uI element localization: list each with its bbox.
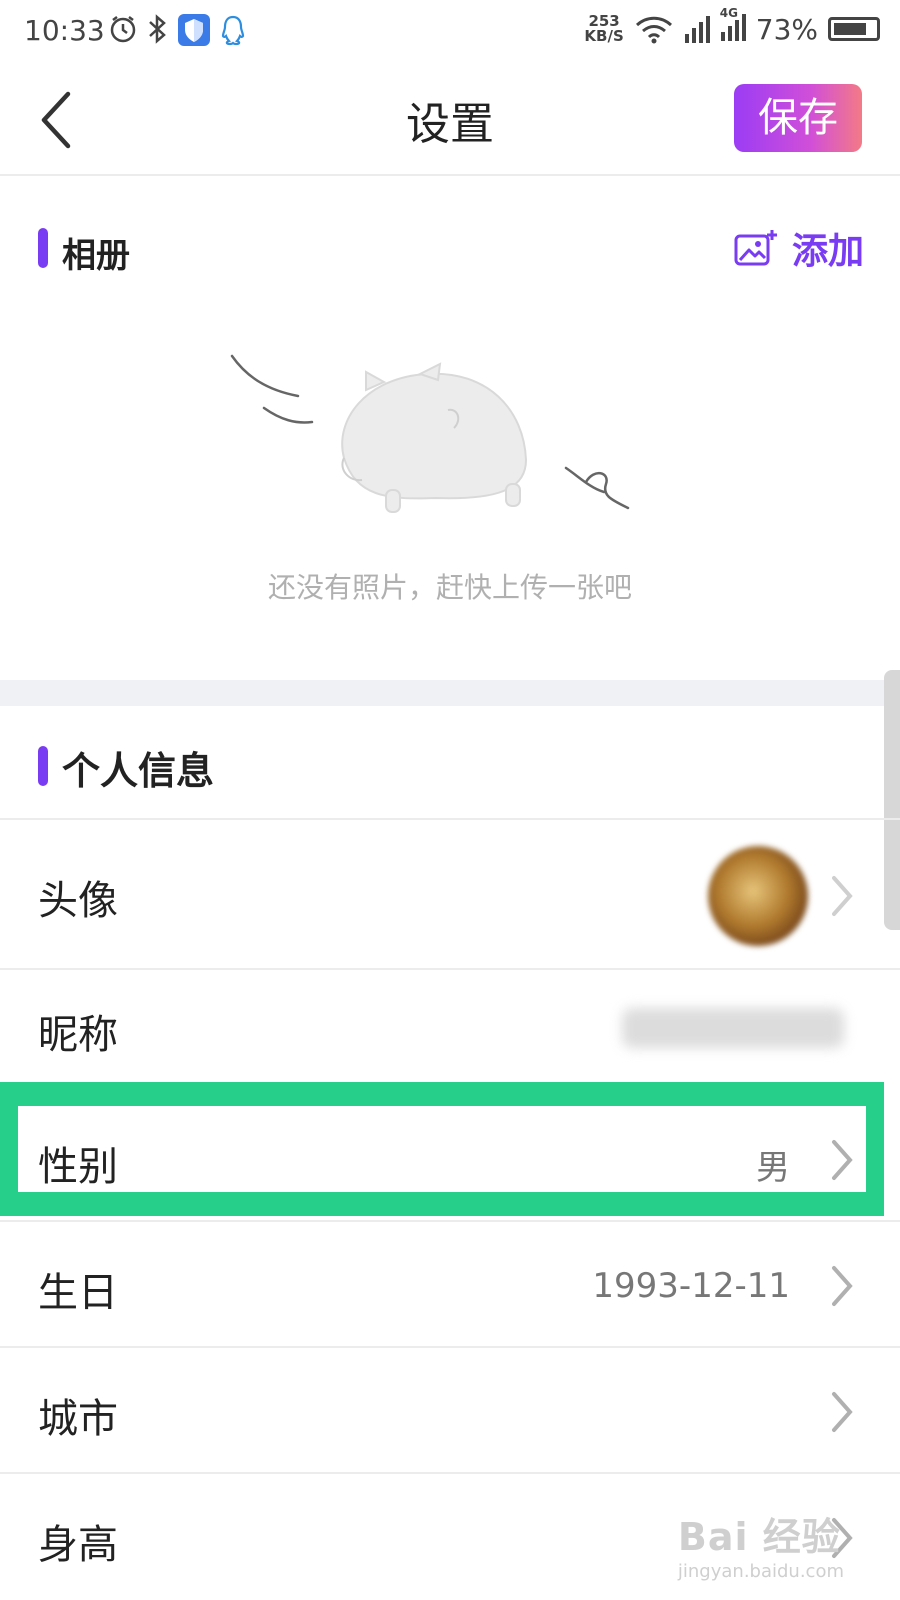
chevron-right-icon — [832, 876, 853, 916]
row-birthday[interactable]: 生日 1993-12-11 — [0, 1220, 900, 1346]
row-label: 生日 — [38, 1270, 118, 1316]
row-avatar[interactable]: 头像 — [0, 818, 900, 970]
section-accent-bar — [38, 228, 48, 268]
status-right: 253 KB/S 4G 73% — [584, 6, 880, 46]
row-label: 身高 — [38, 1522, 118, 1568]
signal-icon — [684, 16, 710, 43]
wifi-icon — [635, 16, 672, 44]
row-label: 头像 — [38, 878, 118, 924]
highlight-annotation-box — [0, 1082, 884, 1216]
watermark-sub: jingyan.baidu.com — [677, 1561, 844, 1582]
shield-app-icon — [178, 14, 210, 46]
qq-icon — [221, 15, 245, 46]
watermark: Bai 经验 jingyan.baidu.com — [678, 1506, 844, 1582]
row-label: 昵称 — [38, 1012, 118, 1058]
section-divider — [0, 680, 900, 706]
chevron-right-icon — [832, 1266, 853, 1306]
empty-album-illustration — [230, 354, 630, 513]
add-photo-button[interactable]: 添加 — [734, 222, 864, 274]
row-label: 城市 — [38, 1396, 118, 1442]
nickname-value-blurred — [622, 1008, 844, 1048]
bluetooth-icon — [149, 14, 166, 44]
signal-4g: 4G — [720, 6, 746, 46]
network-speed: 253 KB/S — [584, 12, 624, 45]
album-title: 相册 — [62, 236, 130, 276]
battery-percent: 73% — [755, 12, 818, 46]
empty-album-text: 还没有照片，赶快上传一张吧 — [267, 571, 632, 604]
alarm-icon — [110, 16, 136, 43]
watermark-main: Bai 经验 — [677, 1515, 841, 1559]
birthday-value: 1993-12-11 — [592, 1266, 790, 1306]
status-time: 10:33 — [24, 14, 105, 47]
status-bar: 10:33 253 KB/S 4G 73% — [0, 0, 900, 64]
save-button[interactable]: 保存 — [734, 84, 862, 152]
row-nickname[interactable]: 昵称 — [0, 968, 900, 1084]
section-accent-bar — [38, 746, 48, 786]
battery-icon — [828, 17, 880, 41]
add-photo-label: 添加 — [791, 231, 864, 272]
profile-title: 个人信息 — [62, 749, 215, 793]
avatar — [708, 846, 808, 946]
row-city[interactable]: 城市 — [0, 1346, 900, 1472]
chevron-right-icon — [832, 1392, 853, 1432]
top-nav-bar: 设置 保存 — [0, 64, 900, 176]
add-image-icon — [734, 230, 777, 266]
